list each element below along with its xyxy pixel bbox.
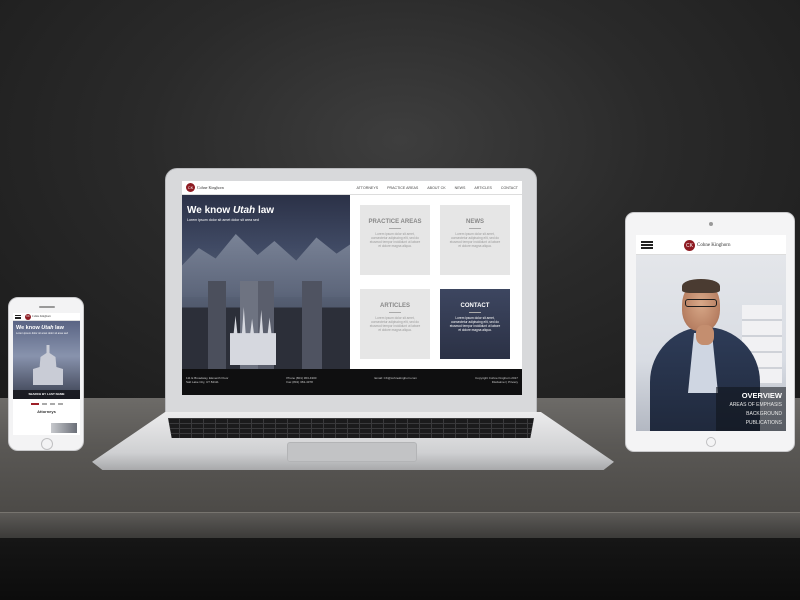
nav-attorneys[interactable]: Attorneys — [356, 186, 378, 190]
tile-divider — [389, 312, 401, 313]
tile-title: CONTACT — [460, 303, 490, 309]
laptop-keyboard — [168, 418, 534, 438]
tablet-device: CK Cohne Kinghorn OVERVIEW AREAS OF EMPH… — [625, 212, 795, 452]
hamburger-icon[interactable] — [641, 240, 653, 249]
footer-phone: Phone (801) 363-4300 Fax (801) 363-4378 — [286, 376, 317, 384]
footer-address: 111 E Broadway, Eleventh Floor Salt Lake… — [186, 376, 229, 384]
search-by-last-name-button[interactable]: SEARCH BY LAST NAME — [13, 390, 80, 399]
pager-dot[interactable] — [57, 403, 63, 405]
logo-icon[interactable]: CK — [25, 313, 31, 320]
floor — [0, 538, 800, 600]
attorney-submenu: OVERVIEW AREAS OF EMPHASIS BACKGROUND PU… — [716, 387, 786, 431]
tile-articles[interactable]: ARTICLES Lorem ipsum dolor sit amet, con… — [360, 289, 430, 359]
phone-section-title: Attorneys — [37, 409, 56, 414]
laptop-footer: 111 E Broadway, Eleventh Floor Salt Lake… — [182, 369, 522, 395]
nav-news[interactable]: News — [455, 186, 466, 190]
nav-practice-areas[interactable]: Practice Areas — [387, 186, 418, 190]
tile-grid: PRACTICE AREAS Lorem ipsum dolor sit ame… — [350, 195, 522, 369]
logo-icon[interactable]: CK — [186, 183, 195, 192]
phone-hero: We know Utah law Lorem ipsum dolor sit a… — [13, 321, 80, 399]
capitol-image — [33, 345, 63, 385]
laptop-main: We know Utah law Lorem ipsum dolor sit a… — [182, 195, 522, 369]
hero-banner: We know Utah law Lorem ipsum dolor sit a… — [182, 195, 350, 369]
menu-background[interactable]: BACKGROUND — [720, 410, 782, 419]
hero-subtitle: Lorem ipsum dolor sit amet dolor sit are… — [187, 218, 259, 222]
tile-text: Lorem ipsum dolor sit amet, consectetur … — [449, 316, 501, 332]
person-glasses — [685, 299, 717, 307]
tablet-camera — [709, 222, 713, 226]
hamburger-icon[interactable] — [15, 314, 21, 319]
laptop-navbar: CK Cohne Kinghorn Attorneys Practice Are… — [182, 181, 522, 195]
menu-overview[interactable]: OVERVIEW — [720, 390, 782, 401]
logo-text: Cohne Kinghorn — [697, 243, 731, 248]
phone-navbar: CK Cohne Kinghorn — [13, 313, 80, 321]
hero-title: We know Utah law — [187, 205, 275, 216]
nav-about[interactable]: About CK — [427, 186, 445, 190]
nav-contact[interactable]: Contact — [501, 186, 518, 190]
tile-text: Lorem ipsum dolor sit amet, consectetur … — [369, 232, 421, 248]
attorney-photo: OVERVIEW AREAS OF EMPHASIS BACKGROUND PU… — [636, 255, 786, 431]
pager-dot-active[interactable] — [30, 403, 39, 405]
tablet-screen: CK Cohne Kinghorn OVERVIEW AREAS OF EMPH… — [636, 235, 786, 431]
tile-divider — [469, 312, 481, 313]
phone-hero-subtitle: Lorem ipsum dolor sit amet dolor sit are… — [16, 332, 68, 335]
logo-text[interactable]: Cohne Kinghorn — [197, 185, 224, 190]
tile-text: Lorem ipsum dolor sit amet, consectetur … — [369, 316, 421, 332]
phone-device: CK Cohne Kinghorn We know Utah law Lorem… — [8, 297, 84, 451]
laptop-menu: Attorneys Practice Areas About CK News A… — [356, 186, 518, 190]
tile-news[interactable]: NEWS Lorem ipsum dolor sit amet, consect… — [440, 205, 510, 275]
pager-dot[interactable] — [49, 403, 55, 405]
shelf-edge — [0, 512, 800, 538]
laptop-screen: CK Cohne Kinghorn Attorneys Practice Are… — [182, 181, 522, 395]
tablet-home-button — [706, 437, 716, 447]
phone-home-button — [41, 438, 53, 450]
phone-hero-title: We know Utah law — [16, 325, 64, 331]
attorney-thumbnail[interactable] — [51, 423, 77, 433]
logo-text[interactable]: Cohne Kinghorn — [32, 315, 51, 318]
tile-divider — [469, 228, 481, 229]
tablet-logo[interactable]: CK Cohne Kinghorn — [684, 240, 730, 251]
nav-articles[interactable]: Articles — [474, 186, 492, 190]
footer-email[interactable]: Email: CK@cohnekinghorn.com — [374, 376, 417, 388]
tile-title: NEWS — [466, 219, 484, 225]
phone-speaker — [39, 306, 55, 308]
menu-publications[interactable]: PUBLICATIONS — [720, 419, 782, 428]
person-hair — [682, 279, 720, 293]
tile-contact[interactable]: CONTACT Lorem ipsum dolor sit amet, cons… — [440, 289, 510, 359]
tile-title: ARTICLES — [380, 303, 410, 309]
phone-screen: CK Cohne Kinghorn We know Utah law Lorem… — [13, 313, 80, 435]
tablet-navbar: CK Cohne Kinghorn — [636, 235, 786, 255]
tile-text: Lorem ipsum dolor sit amet, consectetur … — [449, 232, 501, 248]
pager-dot[interactable] — [41, 403, 47, 405]
tile-divider — [389, 228, 401, 229]
menu-areas-of-emphasis[interactable]: AREAS OF EMPHASIS — [720, 401, 782, 410]
tile-practice-areas[interactable]: PRACTICE AREAS Lorem ipsum dolor sit ame… — [360, 205, 430, 275]
footer-copyright: Copyright Cohne Kinghorn 2017 Disclaimer… — [475, 376, 518, 384]
laptop-trackpad — [287, 442, 417, 462]
phone-pager[interactable] — [13, 399, 80, 409]
logo-icon: CK — [684, 240, 695, 251]
person-hand — [696, 325, 714, 345]
tile-title: PRACTICE AREAS — [368, 219, 422, 225]
